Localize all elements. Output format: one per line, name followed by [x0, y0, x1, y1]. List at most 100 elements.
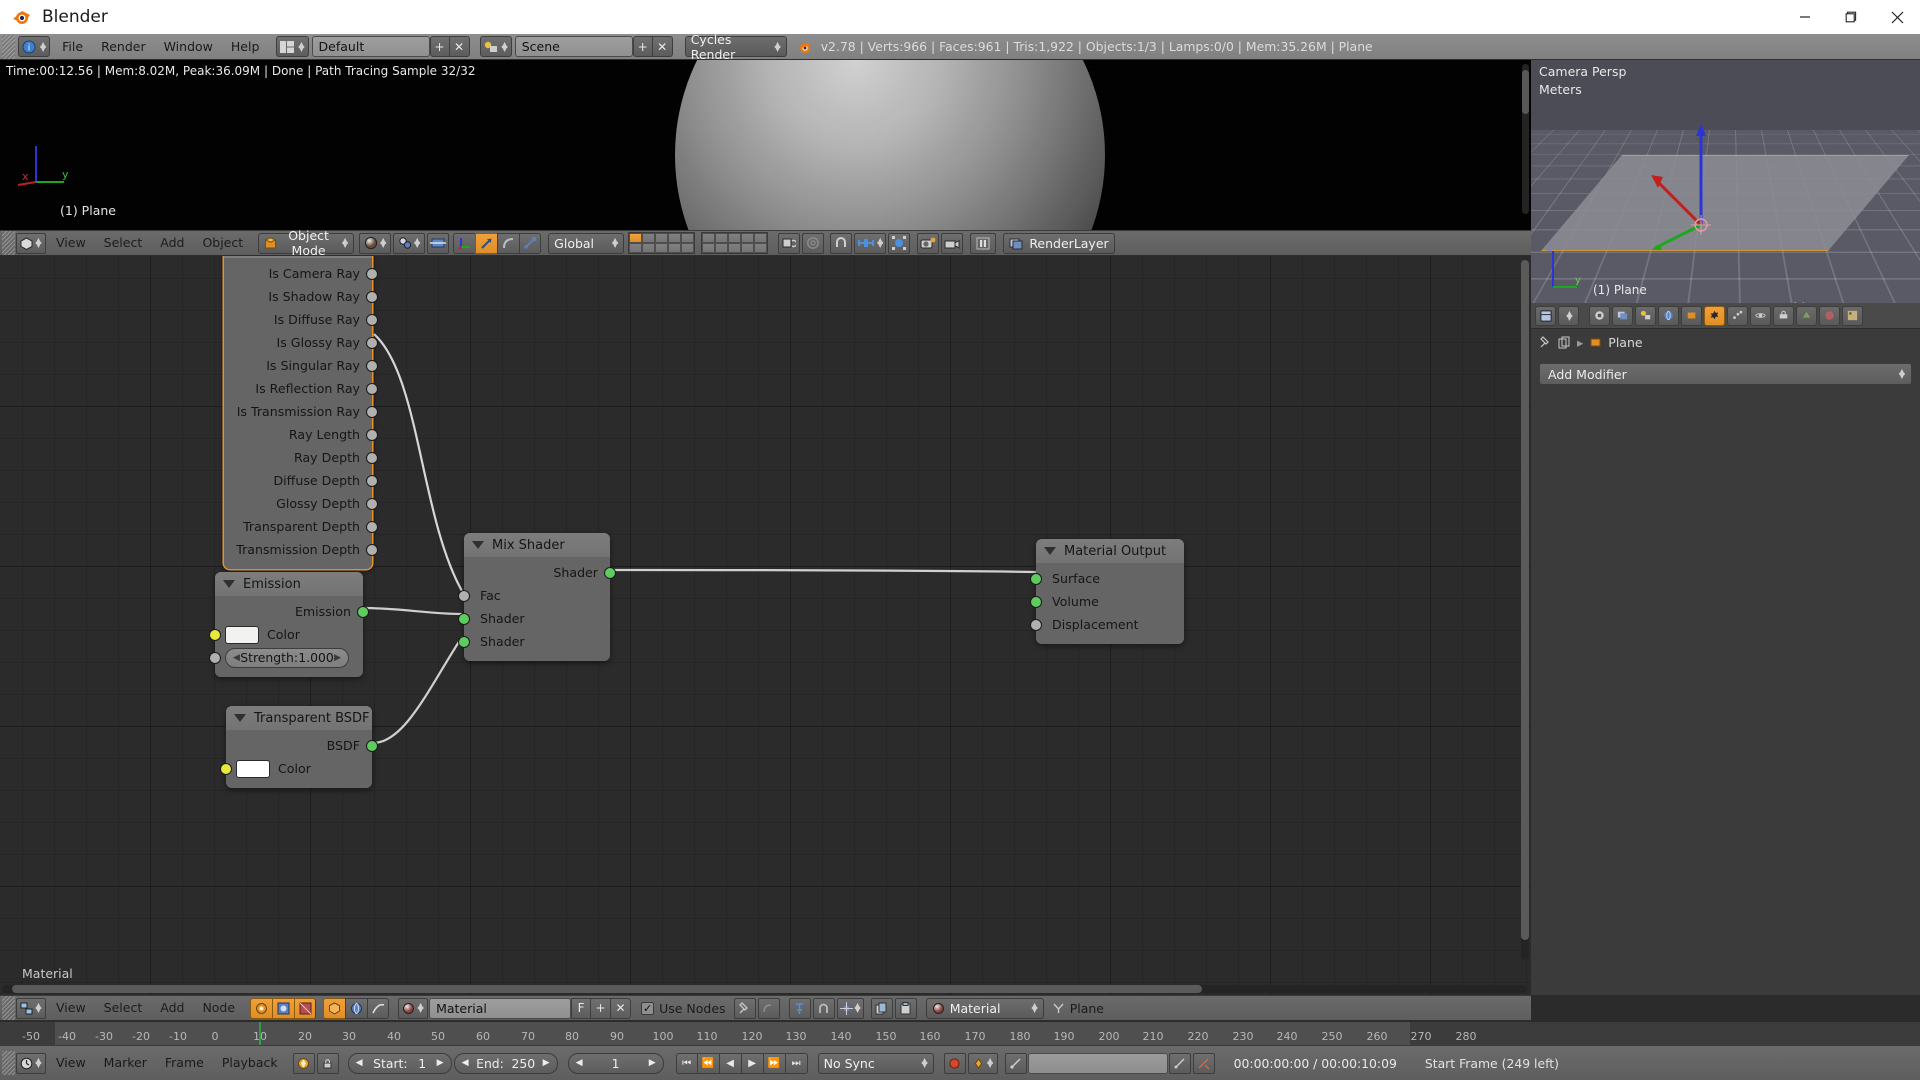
timeline-editor-icon[interactable]: ▲ ▼: [16, 1052, 46, 1074]
render-image-icon[interactable]: [917, 232, 940, 254]
output-socket-value[interactable]: [366, 497, 378, 510]
node-header[interactable]: Material Output: [1036, 539, 1184, 563]
node-light-path[interactable]: Light Path Is Camera Ray Is Shadow Ray I…: [224, 256, 378, 569]
material-datablock-field[interactable]: Material: [429, 997, 572, 1019]
maximize-button[interactable]: [1828, 0, 1874, 34]
current-frame-field[interactable]: ◀ 1 ▶: [567, 1052, 664, 1074]
viewport-header-grip[interactable]: [2, 231, 15, 255]
timeline-header-grip[interactable]: [2, 1051, 15, 1075]
scene-delete-button[interactable]: ✕: [652, 36, 673, 57]
lock-camera-icon[interactable]: [778, 232, 801, 254]
increment-icon[interactable]: ▶: [334, 653, 341, 663]
snap-magnet-node-icon[interactable]: [812, 997, 835, 1019]
tab-material[interactable]: [1819, 305, 1840, 326]
tab-object-data[interactable]: [1796, 305, 1817, 326]
timeline-menu-playback[interactable]: Playback: [213, 1051, 287, 1075]
close-button[interactable]: [1874, 0, 1920, 34]
tab-physics[interactable]: [1750, 305, 1771, 326]
render-layer-dropdown[interactable]: RenderLayer: [1003, 232, 1115, 254]
node-output-row[interactable]: Is Reflection Ray: [224, 377, 378, 400]
output-socket-shader[interactable]: [366, 739, 378, 752]
header-grip[interactable]: [2, 34, 15, 59]
timeline-playhead[interactable]: [259, 1022, 261, 1045]
node-header-grip[interactable]: [2, 996, 15, 1020]
render-animation-icon[interactable]: [941, 232, 964, 254]
keying-set-options-icon[interactable]: [1004, 1052, 1027, 1074]
output-socket-value[interactable]: [366, 428, 378, 441]
editor-copy-icon[interactable]: [1558, 336, 1571, 349]
node-header[interactable]: Emission: [215, 572, 363, 596]
node-output-row[interactable]: BSDF: [226, 734, 378, 757]
use-nodes-checkbox[interactable]: ✓: [641, 1001, 655, 1015]
screen-layout-field[interactable]: Default: [311, 36, 430, 57]
add-modifier-button[interactable]: Add Modifier ▲ ▼: [1539, 363, 1912, 385]
object-icon[interactable]: [323, 997, 346, 1019]
viewport-menu-add[interactable]: Add: [151, 231, 193, 255]
properties-editor-spinner[interactable]: ▲ ▼: [1558, 305, 1579, 326]
backdrop-icon[interactable]: [757, 997, 780, 1019]
timeline-strip[interactable]: -50 -40 -30 -20 -10 0 10 20 30 40 50 60 …: [0, 1021, 1920, 1045]
tab-object[interactable]: [1681, 305, 1702, 326]
output-socket-value[interactable]: [366, 359, 378, 372]
input-socket-strength[interactable]: [209, 651, 221, 664]
pause-icon[interactable]: [970, 232, 997, 254]
node-output-row[interactable]: Is Shadow Ray: [224, 285, 378, 308]
pin-icon[interactable]: [733, 997, 756, 1019]
keying-set-icon[interactable]: ▲ ▼: [967, 1052, 998, 1074]
editor-pin-icon[interactable]: [1539, 335, 1552, 349]
3d-viewport-render[interactable]: Time:00:12.56 | Mem:8.02M, Peak:36.09M |…: [0, 60, 1531, 230]
rotate-manipulator-icon[interactable]: [475, 232, 498, 254]
node-collapse-icon[interactable]: [223, 580, 235, 588]
node-menu-view[interactable]: View: [47, 996, 95, 1020]
node-input-color-row[interactable]: Color: [209, 623, 363, 646]
play-reverse-button[interactable]: ◀: [719, 1052, 742, 1074]
input-socket-displacement[interactable]: [1030, 618, 1042, 631]
input-socket-shader-2[interactable]: [458, 635, 470, 648]
tab-scene[interactable]: [1635, 305, 1656, 326]
tab-modifiers[interactable]: [1704, 305, 1725, 326]
node-material-output[interactable]: Material Output Surface Volume Displacem…: [1030, 539, 1184, 644]
node-paste-icon[interactable]: [894, 997, 917, 1019]
node-mix-shader[interactable]: Mix Shader Shader Fac Shader Shader: [458, 533, 616, 661]
menu-window[interactable]: Window: [155, 35, 222, 59]
proportional-edit-icon[interactable]: [888, 232, 911, 254]
transform-orientation-dropdown[interactable]: Global ▲ ▼: [548, 232, 625, 254]
node-output-row[interactable]: Is Diffuse Ray: [224, 308, 378, 331]
node-editor-vertical-scrollbar[interactable]: [1521, 260, 1529, 960]
viewport-menu-view[interactable]: View: [47, 231, 95, 255]
output-socket-value[interactable]: [366, 405, 378, 418]
tab-constraints[interactable]: [1773, 305, 1794, 326]
node-input-row[interactable]: Displacement: [1030, 613, 1184, 636]
node-output-row[interactable]: Is Transmission Ray: [224, 400, 378, 423]
interaction-mode-dropdown[interactable]: Object Mode ▲ ▼: [258, 228, 355, 258]
snap-node-target-icon[interactable]: ▲ ▼: [836, 997, 864, 1019]
snap-node-icon[interactable]: [788, 997, 811, 1019]
output-socket-value[interactable]: [366, 382, 378, 395]
output-socket-value[interactable]: [366, 290, 378, 303]
node-input-color-row[interactable]: Color: [220, 757, 372, 780]
output-socket-shader[interactable]: [357, 605, 369, 618]
output-socket-value[interactable]: [366, 451, 378, 464]
tab-render[interactable]: [1589, 305, 1610, 326]
object-shader-icon[interactable]: [250, 997, 273, 1019]
fake-user-button[interactable]: F: [571, 997, 592, 1019]
scale-manipulator-icon[interactable]: [497, 232, 520, 254]
node-input-strength-row[interactable]: ◀ Strength: 1.000 ▶: [209, 646, 363, 669]
node-collapse-icon[interactable]: [1044, 547, 1056, 555]
node-input-row[interactable]: Fac: [458, 584, 610, 607]
node-header[interactable]: Mix Shader: [464, 533, 610, 557]
node-emission[interactable]: Emission Emission Color ◀ Strength: 1.00…: [209, 572, 369, 677]
output-socket-value[interactable]: [366, 336, 378, 349]
input-socket-surface[interactable]: [1030, 572, 1042, 585]
record-keyframe-icon[interactable]: [943, 1052, 966, 1074]
3d-manipulator-gizmo[interactable]: [1641, 120, 1761, 250]
node-copy-icon[interactable]: [870, 997, 893, 1019]
unlink-material-button[interactable]: ✕: [611, 997, 632, 1019]
input-socket-shader-1[interactable]: [458, 612, 470, 625]
menu-file[interactable]: File: [53, 35, 92, 59]
node-output-row[interactable]: Is Camera Ray: [224, 262, 378, 285]
node-output-row[interactable]: Ray Depth: [224, 446, 378, 469]
rendered-shading-icon[interactable]: ▲ ▼: [359, 232, 392, 254]
node-output-row[interactable]: Emission: [215, 600, 369, 623]
play-button[interactable]: ▶: [741, 1052, 764, 1074]
